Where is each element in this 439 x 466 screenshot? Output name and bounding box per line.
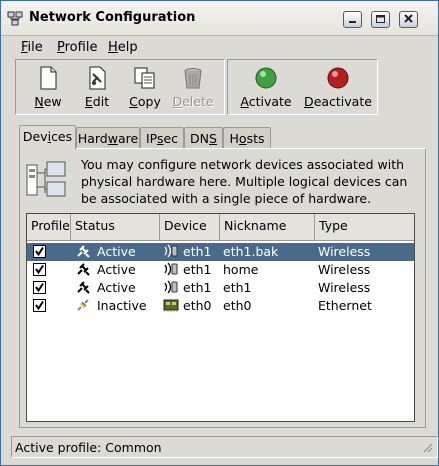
column-status[interactable]: Status	[71, 214, 160, 240]
connected-plug-icon	[77, 281, 90, 294]
network-configuration-window: Network Configuration File Profile Help …	[0, 0, 439, 466]
nickname-cell: eth1.bak	[223, 244, 279, 259]
menu-profile[interactable]: Profile	[57, 40, 97, 55]
device-list[interactable]: Profile Status Device Nickname Type Acti…	[26, 213, 415, 422]
activate-label: Activate	[240, 94, 292, 109]
menu-profile-accel: P	[57, 40, 65, 55]
tab-dns[interactable]: DNS	[184, 127, 223, 149]
table-row[interactable]: Active eth1 eth1.bak Wireless	[27, 243, 414, 261]
edit-properties-icon	[89, 66, 106, 90]
column-nickname[interactable]: Nickname	[220, 214, 315, 240]
nickname-cell: eth1	[223, 280, 252, 295]
device-cell: eth1	[183, 262, 212, 277]
maximize-icon	[376, 15, 385, 23]
connected-plug-icon	[77, 263, 90, 276]
checkmark-icon	[35, 300, 44, 311]
status-cell: Inactive	[97, 298, 147, 313]
close-icon	[404, 14, 413, 23]
table-row[interactable]: Active eth1 home Wireless	[27, 261, 414, 279]
trash-icon	[184, 68, 202, 89]
toolbar: New Edit Copy Delete Activate Deactivate	[15, 59, 378, 115]
red-light-icon	[327, 67, 349, 89]
nickname-cell: home	[223, 262, 259, 277]
copy-button[interactable]: Copy	[120, 64, 170, 110]
profile-checkbox[interactable]	[33, 281, 46, 294]
type-cell: Wireless	[318, 280, 371, 295]
wireless-card-icon	[164, 280, 178, 294]
green-light-icon	[255, 67, 277, 89]
tab-ipsec[interactable]: IPsec	[140, 127, 184, 149]
device-cell: eth1	[183, 244, 212, 259]
new-button[interactable]: New	[23, 64, 73, 110]
network-app-icon	[7, 11, 23, 26]
wireless-card-icon	[164, 244, 178, 258]
checkmark-icon	[35, 246, 44, 257]
minimize-icon	[349, 21, 356, 23]
close-button[interactable]	[399, 11, 418, 28]
status-cell: Active	[97, 280, 136, 295]
table-row[interactable]: Active eth1 eth1 Wireless	[27, 279, 414, 297]
status-bar: Active profile: Common	[11, 436, 438, 458]
edit-button[interactable]: Edit	[72, 64, 122, 110]
menu-file[interactable]: File	[21, 40, 43, 55]
column-device[interactable]: Device	[160, 214, 220, 240]
profile-checkbox[interactable]	[33, 245, 46, 258]
menu-bar: File Profile Help	[11, 37, 436, 59]
toolbar-group-activation: Activate Deactivate	[227, 59, 378, 115]
tab-hosts[interactable]: Hosts	[223, 127, 271, 149]
device-cell: eth1	[183, 280, 212, 295]
delete-button[interactable]: Delete	[168, 64, 218, 110]
delete-label: Delete	[172, 94, 214, 109]
status-cell: Active	[97, 244, 136, 259]
profile-checkbox[interactable]	[33, 263, 46, 276]
disconnected-plug-icon	[77, 299, 89, 311]
ethernet-card-icon	[163, 299, 179, 312]
activate-button[interactable]: Activate	[238, 64, 294, 110]
new-document-icon	[40, 66, 57, 90]
checkmark-icon	[35, 264, 44, 275]
profile-checkbox[interactable]	[33, 299, 46, 312]
status-cell: Active	[97, 262, 136, 277]
edit-label: Edit	[84, 94, 110, 109]
toolbar-group-edit: New Edit Copy Delete	[15, 59, 225, 115]
minimize-button[interactable]	[343, 11, 362, 28]
menu-help-accel: H	[108, 40, 118, 55]
network-devices-icon	[26, 161, 66, 197]
type-cell: Wireless	[318, 244, 371, 259]
menu-help-rest: elp	[117, 40, 138, 55]
menu-help[interactable]: Help	[108, 40, 138, 55]
menu-file-rest: ile	[27, 40, 43, 55]
copy-label: Copy	[129, 94, 161, 109]
title-bar[interactable]: Network Configuration	[1, 1, 438, 36]
device-list-header: Profile Status Device Nickname Type	[27, 214, 414, 241]
maximize-button[interactable]	[371, 11, 390, 28]
type-cell: Ethernet	[318, 298, 372, 313]
window-title: Network Configuration	[29, 10, 196, 25]
device-cell: eth0	[183, 298, 212, 313]
tab-devices[interactable]: Devices	[19, 125, 76, 150]
column-type[interactable]: Type	[315, 214, 414, 240]
checkmark-icon	[35, 282, 44, 293]
nickname-cell: eth0	[223, 298, 252, 313]
deactivate-button[interactable]: Deactivate	[302, 64, 374, 110]
deactivate-label: Deactivate	[304, 94, 372, 109]
new-label: New	[34, 94, 62, 109]
resize-grip-icon[interactable]	[421, 441, 433, 453]
wireless-card-icon	[164, 262, 178, 276]
column-profile[interactable]: Profile	[27, 214, 71, 240]
info-description: You may configure network devices associ…	[81, 157, 408, 206]
connected-plug-icon	[77, 245, 90, 258]
status-text: Active profile: Common	[15, 440, 162, 455]
table-row[interactable]: Inactive eth0 eth0 Ethernet	[27, 297, 414, 315]
copy-icon	[134, 67, 155, 89]
type-cell: Wireless	[318, 262, 371, 277]
tab-hardware[interactable]: Hardware	[76, 127, 140, 149]
menu-profile-rest: rofile	[64, 40, 98, 55]
